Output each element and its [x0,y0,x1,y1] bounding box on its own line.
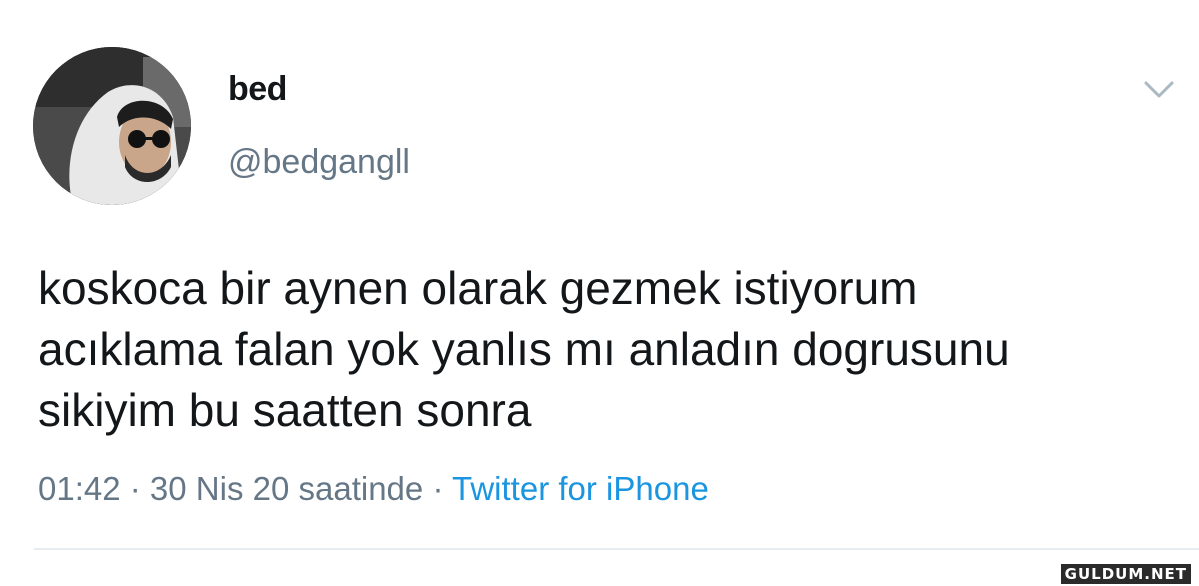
avatar-photo [33,47,191,205]
watermark: GULDUM.NET [1060,564,1191,584]
meta-separator: · [423,470,453,507]
avatar[interactable] [33,47,191,205]
meta-separator: · [120,470,150,507]
tweet-text-line: sikiyim bu saatten sonra [38,384,532,436]
chevron-down-icon[interactable] [1142,78,1176,102]
user-handle[interactable]: @bedgangll [228,143,410,182]
tweet-text-line: acıklama falan yok yanlıs mı anladın dog… [38,323,1010,375]
tweet-date[interactable]: 30 Nis 20 saatinde [150,470,423,507]
tweet-time[interactable]: 01:42 [38,470,121,507]
tweet-meta: 01:42 · 30 Nis 20 saatinde · Twitter for… [38,470,709,508]
tweet-text: koskoca bir aynen olarak gezmek istiyoru… [38,258,1178,441]
display-name[interactable]: bed [228,70,287,109]
tweet-card: bed @bedgangll koskoca bir aynen olarak … [0,0,1199,586]
tweet-source-link[interactable]: Twitter for iPhone [452,470,709,507]
divider [34,548,1199,550]
tweet-text-line: koskoca bir aynen olarak gezmek istiyoru… [38,262,918,314]
